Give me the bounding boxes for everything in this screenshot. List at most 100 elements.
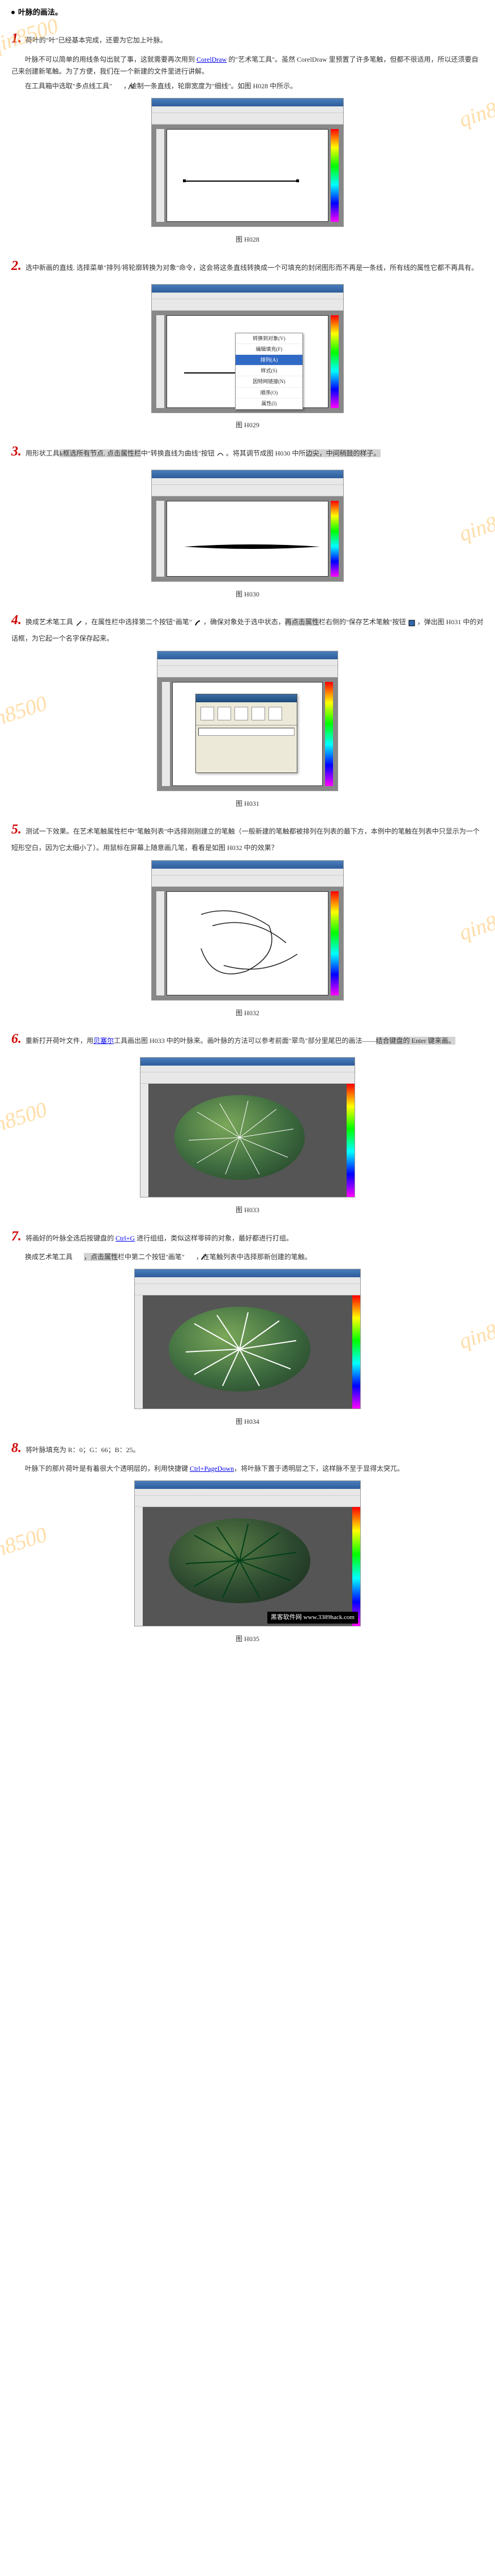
toolbar <box>135 1496 360 1507</box>
caption-h035: 图 H035 <box>11 1633 484 1646</box>
screenshot-h033 <box>140 1057 355 1197</box>
canvas: 转换到对象(V) 编辑填充(F) 排列(A) 样式(S) 因特网链接(N) 顺序… <box>167 315 328 408</box>
polyline-tool-icon <box>114 83 122 91</box>
brush-icon <box>194 619 202 627</box>
step-8-para: 叶脉下的那片荷叶是有着很大个透明层的，利用快捷键 Ctrl+PageDown，将… <box>11 1463 484 1475</box>
ctx-item[interactable]: 样式(S) <box>236 366 302 376</box>
dialog-input-row <box>196 725 297 738</box>
step-6: 6. 重新打开荷叶文件，用贝塞尔工具画出图 H033 中的叶脉来。画叶脉的方法可… <box>11 1027 484 1051</box>
dialog-icon[interactable] <box>200 707 214 720</box>
screenshot-h030 <box>151 470 344 582</box>
watermark: qin8500 <box>454 894 495 952</box>
screenshot-h032 <box>151 860 344 1001</box>
watermark: qin8500 <box>0 1515 52 1574</box>
menubar <box>135 1277 360 1284</box>
watermark: qin8500 <box>454 495 495 553</box>
toolbar <box>152 113 343 124</box>
ctx-item[interactable]: 转换到对象(V) <box>236 333 302 344</box>
caption-h029: 图 H029 <box>11 419 484 432</box>
menubar <box>135 1489 360 1496</box>
ctx-item[interactable]: 属性(I) <box>236 398 302 409</box>
site-watermark[interactable]: 黑客软件网 www.3389hack.com <box>267 1612 358 1624</box>
toolbox <box>156 891 164 995</box>
step-number: 5. <box>11 822 22 837</box>
art-pen-icon <box>74 1253 82 1261</box>
section-heading: 叶脉的画法。 <box>11 6 484 19</box>
menubar <box>140 1066 355 1072</box>
toolbar <box>157 666 338 677</box>
dialog-icon[interactable] <box>217 707 231 720</box>
caption-h032: 图 H032 <box>11 1007 484 1020</box>
color-palette <box>331 129 339 222</box>
ctx-item[interactable]: 顺序(O) <box>236 388 302 398</box>
window-titlebar <box>152 861 343 869</box>
section-title-text: 叶脉的画法。 <box>18 6 62 19</box>
coreldraw-link[interactable]: CorelDraw <box>197 55 227 63</box>
menubar <box>152 869 343 875</box>
watermark: qin8500 <box>0 1091 52 1150</box>
step-number: 7. <box>11 1229 22 1244</box>
vein-lines-thick <box>169 1307 310 1392</box>
ctx-item-selected[interactable]: 排列(A) <box>236 355 302 366</box>
vein-lines-green <box>169 1518 310 1603</box>
dialog-icon[interactable] <box>234 707 248 720</box>
toolbox <box>162 682 170 786</box>
node <box>183 179 186 182</box>
figure-h028 <box>11 98 484 231</box>
step-number: 1. <box>11 31 22 46</box>
dialog-icon[interactable] <box>268 707 282 720</box>
lotus-leaf <box>174 1095 305 1180</box>
dialog-icon[interactable] <box>251 707 265 720</box>
toolbar <box>152 299 343 311</box>
screenshot-h035: 黑客软件网 www.3389hack.com <box>134 1480 361 1626</box>
site-url: www.3389hack.com <box>304 1614 355 1621</box>
save-dialog[interactable] <box>195 694 297 773</box>
color-palette <box>352 1295 360 1409</box>
window-titlebar <box>135 1481 360 1489</box>
figure-h034: qin8500 <box>11 1269 484 1414</box>
screenshot-h034 <box>134 1269 361 1409</box>
bullet-icon <box>11 11 15 14</box>
lotus-leaf <box>169 1518 310 1603</box>
bezier-link[interactable]: 贝塞尔 <box>93 1037 114 1045</box>
step-5-text: 测试一下效果。在艺术笔触属性栏中"笔触列表"中选择刚刚建立的笔触（一般新建的笔触… <box>11 827 480 852</box>
window-titlebar <box>135 1269 360 1277</box>
step-5: 5. 测试一下效果。在艺术笔触属性栏中"笔触列表"中选择刚刚建立的笔触（一般新建… <box>11 818 484 855</box>
toolbar <box>152 485 343 496</box>
color-palette <box>325 682 333 786</box>
menubar <box>157 659 338 666</box>
dialog-titlebar <box>196 694 297 702</box>
step-number: 3. <box>11 444 22 459</box>
art-pen-icon <box>75 619 83 627</box>
toolbox <box>156 129 164 222</box>
lotus-leaf <box>169 1307 310 1392</box>
highlight: k框选所有节点. 点击属性栏 <box>59 449 141 457</box>
caption-h033: 图 H033 <box>11 1204 484 1217</box>
ctx-item[interactable]: 编辑填充(F) <box>236 344 302 355</box>
ctrl-pagedown-link[interactable]: Ctrl+PageDown <box>190 1465 234 1472</box>
convert-curve-icon <box>216 450 224 458</box>
figure-h033: qin8500 <box>11 1057 484 1202</box>
figure-h029: 转换到对象(V) 编辑填充(F) 排列(A) 样式(S) 因特网链接(N) 顺序… <box>11 284 484 418</box>
figure-h035: 黑客软件网 www.3389hack.com qin8500 <box>11 1480 484 1631</box>
menubar <box>152 478 343 485</box>
step-8-intro: 将叶脉填充为 R：0；G：66；B：25。 <box>25 1446 140 1454</box>
dialog-body <box>196 702 297 725</box>
filename-input[interactable] <box>198 728 295 736</box>
step-7: 7. 将画好的叶脉全选后按键盘的 Ctrl+G 进行组组，类似这样零碎的对象，最… <box>11 1225 484 1264</box>
toolbar <box>135 1284 360 1295</box>
caption-h031: 图 H031 <box>11 798 484 810</box>
step-number: 6. <box>11 1032 22 1046</box>
toolbox <box>156 315 164 408</box>
step-1: 1. 荷叶的"叶"已经基本完成，还要为它加上叶脉。 叶脉不可以简单的用线条勾出就… <box>11 27 484 92</box>
ctx-item[interactable]: 因特网链接(N) <box>236 376 302 387</box>
toolbar <box>152 875 343 887</box>
step-number: 8. <box>11 1441 22 1456</box>
step-1-para-2: 在工具箱中选取"多点线工具" ，绘制一条直线，轮廓宽度为"细线"。如图 H028… <box>11 80 484 93</box>
color-palette <box>331 891 339 995</box>
ctrl-g-link[interactable]: Ctrl+G <box>116 1234 135 1242</box>
step-1-intro: 荷叶的"叶"已经基本完成，还要为它加上叶脉。 <box>25 36 167 44</box>
watermark: qin8500 <box>454 1302 495 1361</box>
context-menu[interactable]: 转换到对象(V) 编辑填充(F) 排列(A) 样式(S) 因特网链接(N) 顺序… <box>235 333 303 410</box>
caption-h034: 图 H034 <box>11 1416 484 1428</box>
